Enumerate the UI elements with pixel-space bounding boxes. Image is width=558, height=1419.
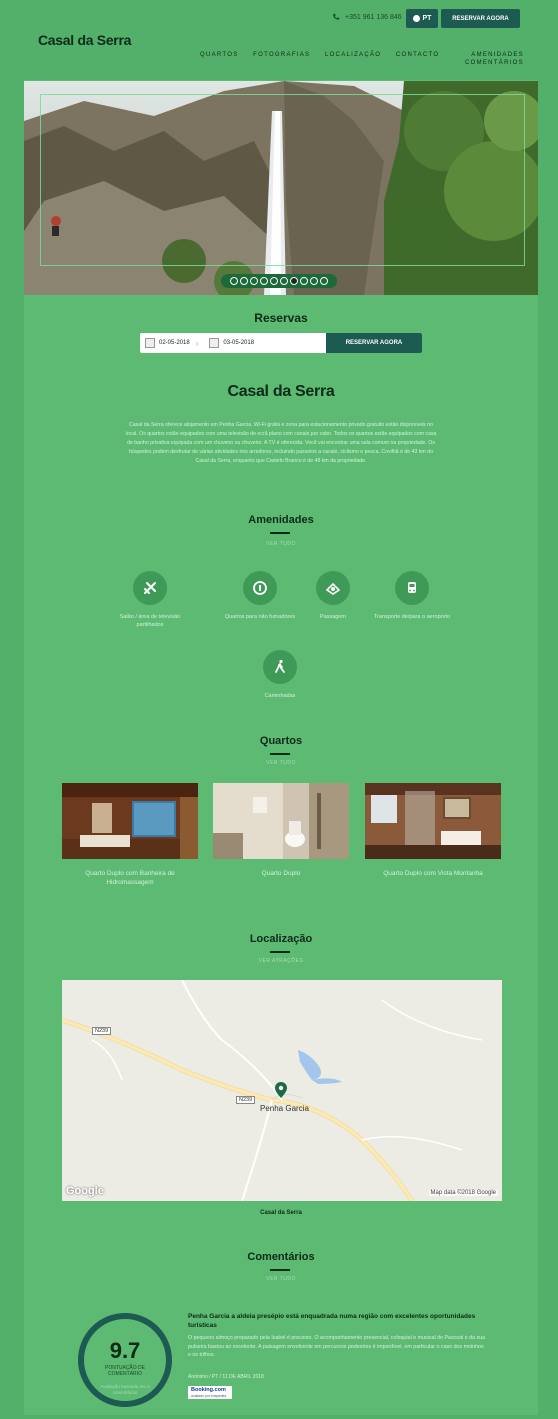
review-meta: Anónimo / PT / 11 DE ABRIL 2018: [188, 1374, 264, 1380]
chevron-right-icon: ›: [195, 338, 199, 348]
amenity-item: Quartos para não fumadores: [218, 571, 302, 621]
reservation-bar: 02-05-2018 › 03-05-2018 RESERVAR AGORA: [140, 333, 422, 353]
amenity-item: Salão / área de televisão partilhados: [110, 571, 190, 629]
tv-lounge-icon: [133, 571, 167, 605]
room-name: Quarto Duplo com Vista Montanha: [383, 870, 483, 877]
slide-dot[interactable]: [270, 277, 278, 285]
checkin-date: 02-05-2018: [159, 340, 190, 346]
amenity-label: Salão / área de televisão partilhados: [119, 614, 181, 628]
reservas-title: Reservas: [254, 311, 308, 325]
shuttle-icon: [395, 571, 429, 605]
review-score: 9.7: [109, 1338, 141, 1363]
booking-subtext: avaliado por hóspedes: [191, 1394, 227, 1398]
slide-dot[interactable]: [320, 277, 328, 285]
slide-dot[interactable]: [240, 277, 248, 285]
slide-dot[interactable]: [310, 277, 318, 285]
slide-dot[interactable]: [230, 277, 238, 285]
review-title: Penha Garcia a aldeia presépio está enqu…: [188, 1313, 476, 1329]
room-card[interactable]: Quarto Duplo com Vista Montanha: [365, 783, 501, 878]
localizacao-see-all[interactable]: VER ATRAÇÕES: [24, 958, 538, 964]
comentarios-see-all[interactable]: VER TUDO: [24, 1276, 538, 1282]
checkout-field[interactable]: 03-05-2018: [204, 338, 254, 348]
phone-number: +351 961 136 846: [345, 13, 402, 21]
localizacao-title: Localização: [249, 933, 313, 945]
slide-dot[interactable]: [280, 277, 288, 285]
amenidades-see-all[interactable]: VER TUDO: [24, 541, 538, 547]
property-title: Casal da Serra: [227, 383, 335, 400]
nav-amenidades[interactable]: AMENIDADES: [454, 52, 524, 60]
room-photo: [62, 783, 198, 859]
room-photo: [365, 783, 501, 859]
slide-dot[interactable]: [260, 277, 268, 285]
score-subtext: Avaliação baseada em 3 comentários: [100, 1384, 150, 1395]
room-card[interactable]: Quarto Duplo com Banheira de Hidromassag…: [62, 783, 198, 887]
location-map[interactable]: N239 N239 Penha Garcia Google Map data ©…: [62, 980, 502, 1201]
phone-contact[interactable]: +351 961 136 846: [332, 13, 402, 21]
nav-localizacao[interactable]: LOCALIZAÇÃO: [325, 52, 381, 68]
slide-dot[interactable]: [250, 277, 258, 285]
hiking-icon: [263, 650, 297, 684]
title-underline: [270, 532, 290, 534]
map-caption: Casal da Serra: [260, 1210, 302, 1216]
language-label: PT: [422, 15, 432, 22]
nav-contacto[interactable]: CONTACTO: [396, 52, 440, 68]
non-smoking-icon: [243, 571, 277, 605]
amenity-label: Transporte de/para o aeroporto: [373, 614, 451, 620]
room-photo: [213, 783, 349, 859]
brand-logo[interactable]: Casal da Serra: [38, 32, 131, 48]
room-name: Quarto Duplo: [261, 870, 301, 877]
title-underline: [270, 753, 290, 755]
amenity-label: Caminhadas: [264, 693, 296, 699]
nav-group: AMENIDADES COMENTÁRIOS: [454, 52, 524, 68]
amenidades-title: Amenidades: [248, 514, 314, 526]
nav-comentarios[interactable]: COMENTÁRIOS: [454, 60, 524, 68]
checkin-field[interactable]: 02-05-2018: [140, 338, 190, 348]
slide-indicators: [221, 274, 337, 288]
amenity-item: Passagem: [306, 571, 360, 621]
amenity-label: Quartos para não fumadores: [224, 614, 296, 620]
title-underline: [270, 951, 290, 953]
booking-logo[interactable]: Booking.com avaliado por hóspedes: [188, 1386, 232, 1399]
amenity-item: Caminhadas: [244, 650, 316, 700]
comentarios-title: Comentários: [247, 1251, 315, 1263]
slide-dot[interactable]: [300, 277, 308, 285]
hero-slideshow[interactable]: [24, 81, 538, 295]
map-pin-icon[interactable]: [275, 1082, 287, 1098]
calendar-icon: [209, 338, 220, 348]
road-label: N239: [92, 1027, 112, 1035]
amenity-label: Passagem: [320, 614, 346, 620]
language-selector[interactable]: PT: [406, 9, 438, 28]
quartos-title: Quartos: [259, 735, 303, 747]
review-text: O pequeno almoço preparado pela Isabel é…: [188, 1335, 486, 1358]
nav-fotografias[interactable]: FOTOGRAFIAS: [253, 52, 310, 68]
map-attribution[interactable]: Map data ©2018 Google: [428, 1190, 498, 1196]
nav-quartos[interactable]: QUARTOS: [200, 52, 239, 68]
header-book-button[interactable]: RESERVAR AGORA: [441, 9, 520, 28]
room-name: Quarto Duplo com Banheira de Hidromassag…: [85, 870, 175, 886]
amenity-item: Transporte de/para o aeroporto: [364, 571, 460, 621]
laundry-icon: [316, 571, 350, 605]
main-nav: QUARTOS FOTOGRAFIAS LOCALIZAÇÃO CONTACTO…: [200, 52, 524, 68]
google-logo: Google: [66, 1185, 104, 1197]
score-label: PONTUAÇÃO DE COMENTÁRIO: [104, 1365, 145, 1377]
book-now-button[interactable]: RESERVAR AGORA: [326, 333, 422, 353]
calendar-icon: [145, 338, 155, 348]
property-description: Casal da Serra oferece alojamento em Pen…: [125, 422, 437, 464]
globe-icon: [412, 15, 420, 22]
room-card[interactable]: Quarto Duplo: [213, 783, 349, 878]
slide-dot[interactable]: [290, 277, 298, 285]
checkout-date: 03-05-2018: [223, 340, 255, 346]
title-underline: [270, 1269, 290, 1271]
quartos-see-all[interactable]: VER TUDO: [24, 760, 538, 766]
road-label: N239: [236, 1096, 256, 1104]
hero-frame: [40, 94, 525, 266]
map-town-label: Penha Garcia: [260, 1104, 309, 1113]
phone-icon: [333, 13, 340, 20]
